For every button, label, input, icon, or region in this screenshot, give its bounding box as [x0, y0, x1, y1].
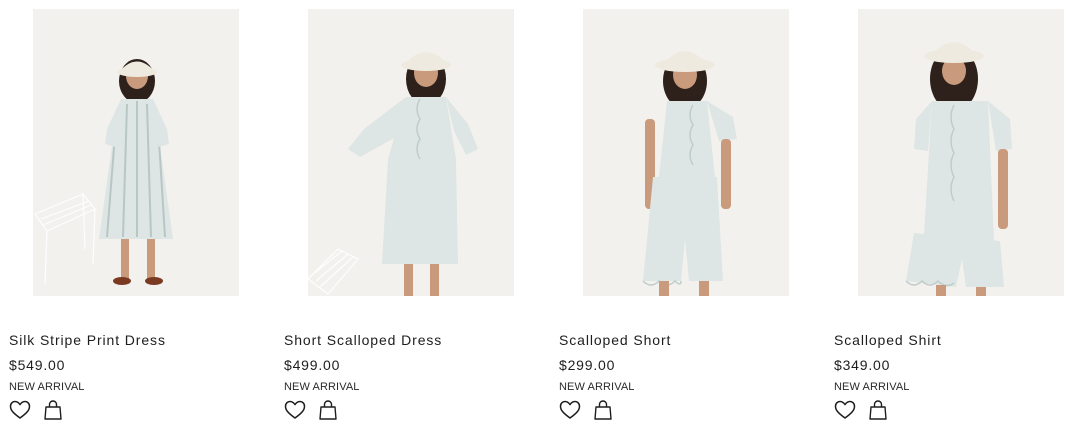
new-arrival-badge: NEW ARRIVAL — [834, 381, 910, 393]
product-image[interactable] — [33, 9, 239, 296]
product-image[interactable] — [583, 9, 789, 296]
heart-icon[interactable] — [834, 399, 856, 421]
heart-icon[interactable] — [9, 399, 31, 421]
product-card: Silk Stripe Print Dress $549.00 NEW ARRI… — [9, 0, 269, 428]
shopping-bag-icon[interactable] — [592, 399, 614, 421]
shopping-bag-icon[interactable] — [867, 399, 889, 421]
shopping-bag-icon[interactable] — [317, 399, 339, 421]
product-grid: Silk Stripe Print Dress $549.00 NEW ARRI… — [0, 0, 1080, 428]
shopping-bag-icon[interactable] — [42, 399, 64, 421]
model-photo — [583, 9, 789, 296]
model-photo — [33, 9, 239, 296]
product-price: $549.00 — [9, 357, 66, 373]
product-card: Scalloped Short $299.00 NEW ARRIVAL — [559, 0, 819, 428]
new-arrival-badge: NEW ARRIVAL — [9, 381, 85, 393]
product-name[interactable]: Scalloped Shirt — [834, 332, 942, 348]
product-card: Short Scalloped Dress $499.00 NEW ARRIVA… — [284, 0, 544, 428]
new-arrival-badge: NEW ARRIVAL — [559, 381, 635, 393]
product-name[interactable]: Silk Stripe Print Dress — [9, 332, 166, 348]
product-name[interactable]: Scalloped Short — [559, 332, 671, 348]
product-image[interactable] — [308, 9, 514, 296]
heart-icon[interactable] — [284, 399, 306, 421]
product-image[interactable] — [858, 9, 1064, 296]
model-photo — [858, 9, 1064, 296]
new-arrival-badge: NEW ARRIVAL — [284, 381, 360, 393]
product-name[interactable]: Short Scalloped Dress — [284, 332, 442, 348]
heart-icon[interactable] — [559, 399, 581, 421]
product-price: $349.00 — [834, 357, 891, 373]
product-card: Scalloped Shirt $349.00 NEW ARRIVAL — [834, 0, 1080, 428]
product-price: $499.00 — [284, 357, 341, 373]
model-photo — [308, 9, 514, 296]
product-price: $299.00 — [559, 357, 616, 373]
